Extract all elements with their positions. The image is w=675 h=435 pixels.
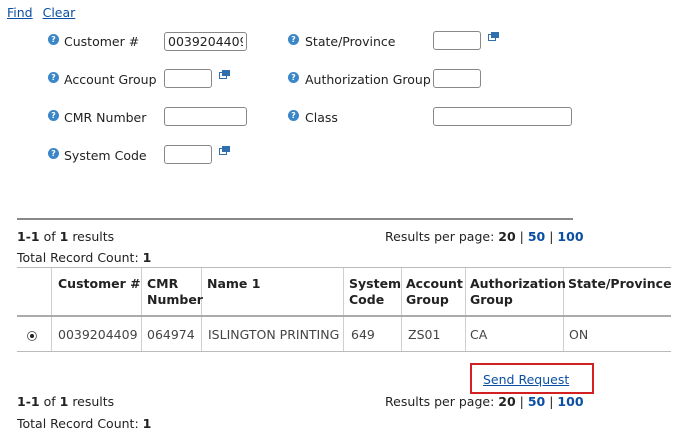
results-divider [17, 218, 573, 220]
cmr-number-input[interactable] [164, 107, 247, 126]
authorization-group-label: Authorization Group [305, 72, 431, 87]
cell-customer: 0039204409 [58, 327, 138, 342]
customer-number-input[interactable] [164, 32, 247, 51]
per-page-100-link[interactable]: 100 [557, 229, 583, 244]
cell-system-code: 649 [351, 327, 375, 342]
help-icon[interactable]: ? [48, 34, 59, 45]
authorization-group-input[interactable] [433, 69, 481, 88]
per-page-20: 20 [498, 229, 516, 244]
customer-label: Customer # [64, 34, 140, 49]
cell-account-group: ZS01 [408, 327, 441, 342]
state-province-label: State/Province [305, 34, 396, 49]
column-header-name[interactable]: Name 1 [207, 276, 260, 292]
per-page-50-link[interactable]: 50 [528, 229, 545, 244]
results-range-bottom: 1-1 of 1 results [17, 394, 115, 409]
results-per-page-bottom: Results per page: 20 | 50 | 100 [385, 394, 584, 409]
find-link[interactable]: Find [7, 5, 33, 20]
table-top-border [17, 267, 671, 268]
help-icon[interactable]: ? [48, 72, 59, 83]
lookup-icon[interactable] [488, 32, 499, 41]
column-header-customer[interactable]: Customer # [58, 276, 141, 292]
system-code-input[interactable] [164, 145, 212, 164]
system-code-label: System Code [64, 148, 147, 163]
column-header-state-province[interactable]: State/Province [568, 276, 672, 292]
send-request-link[interactable]: Send Request [483, 372, 569, 387]
results-per-page-top: Results per page: 20 | 50 | 100 [385, 229, 584, 244]
per-page-100-link[interactable]: 100 [557, 394, 583, 409]
lookup-icon[interactable] [219, 70, 230, 79]
cell-cmr-number: 064974 [147, 327, 195, 342]
cmr-number-label: CMR Number [64, 110, 147, 125]
record-count-top: Total Record Count: 1 [17, 250, 152, 265]
column-header-system-code[interactable]: System Code [349, 276, 401, 308]
lookup-icon[interactable] [219, 146, 230, 155]
cell-state-province: ON [569, 327, 589, 342]
account-group-input[interactable] [164, 69, 212, 88]
table-bottom-border [17, 351, 671, 352]
per-page-50-link[interactable]: 50 [528, 394, 545, 409]
per-page-20: 20 [498, 394, 516, 409]
column-header-cmr-number[interactable]: CMR Number [147, 276, 203, 308]
column-header-account-group[interactable]: Account Group [406, 276, 464, 308]
class-input[interactable] [433, 107, 572, 126]
help-icon[interactable]: ? [288, 110, 299, 121]
row-select-radio[interactable] [27, 331, 37, 341]
help-icon[interactable]: ? [48, 148, 59, 159]
account-group-label: Account Group [64, 72, 157, 87]
class-label: Class [305, 110, 338, 125]
record-count-bottom: Total Record Count: 1 [17, 416, 152, 431]
state-province-input[interactable] [433, 31, 481, 50]
help-icon[interactable]: ? [288, 72, 299, 83]
help-icon[interactable]: ? [48, 110, 59, 121]
column-header-authorization-group[interactable]: Authorization Group [470, 276, 566, 308]
cell-name: ISLINGTON PRINTING [208, 327, 340, 342]
clear-link[interactable]: Clear [43, 5, 76, 20]
toolbar: Find Clear [7, 5, 81, 20]
cell-authorization-group: CA [470, 327, 488, 342]
help-icon[interactable]: ? [288, 34, 299, 45]
results-range-top: 1-1 of 1 results [17, 229, 115, 244]
